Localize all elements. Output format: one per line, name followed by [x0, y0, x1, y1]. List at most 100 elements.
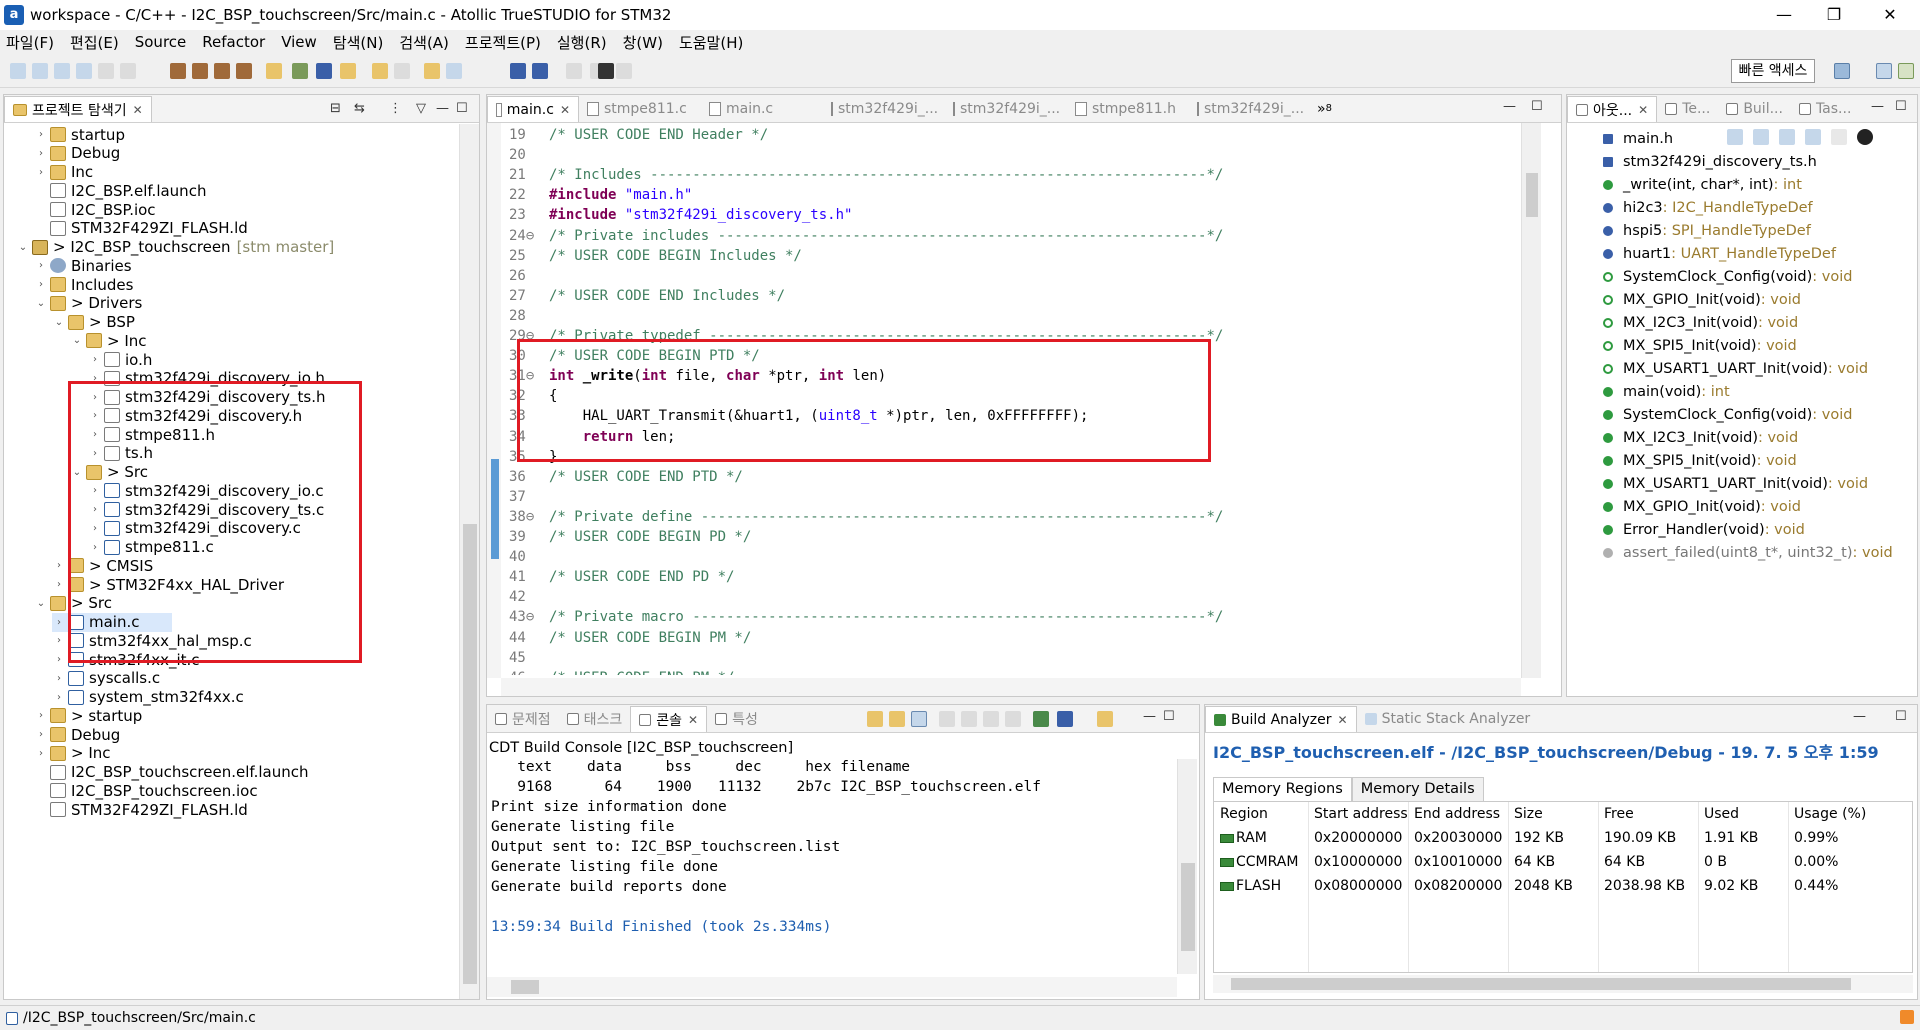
remove-launch-icon[interactable]: [1005, 711, 1021, 727]
tab-editor-file[interactable]: stm32f429i_...: [945, 96, 1067, 122]
toolbar-button-icon[interactable]: [54, 63, 70, 79]
toolbar-button-icon[interactable]: [532, 63, 548, 79]
chevron-icon[interactable]: ›: [34, 729, 48, 740]
scrollbar-thumb[interactable]: [1526, 173, 1538, 217]
column-header[interactable]: Region: [1220, 806, 1268, 822]
chevron-icon[interactable]: ›: [34, 167, 48, 178]
chevron-down-icon[interactable]: ▽: [416, 101, 426, 116]
tree-item[interactable]: › Inc: [34, 163, 93, 182]
console-output[interactable]: text data bss dec hex filename 9168 64 1…: [487, 759, 1177, 974]
tree-item[interactable]: › Debug: [34, 725, 120, 744]
menu-item[interactable]: Source: [135, 33, 187, 51]
outline-item[interactable]: MX_SPI5_Init(void) : void: [1603, 449, 1797, 472]
toolbar-button-icon[interactable]: [424, 63, 440, 79]
perspective-other-icon[interactable]: [1898, 63, 1914, 79]
tab-memory-0[interactable]: Memory Regions: [1213, 777, 1352, 801]
tab-editor-file[interactable]: stmpe811.c: [579, 96, 701, 122]
menu-item[interactable]: 창(W): [623, 32, 663, 53]
close-icon[interactable]: ✕: [1638, 103, 1648, 117]
tab-memory-1[interactable]: Memory Details: [1351, 777, 1484, 801]
more-tabs-icon[interactable]: »: [1317, 101, 1326, 117]
toolbar-button-icon[interactable]: [98, 63, 114, 79]
minimize-view-icon[interactable]: —: [436, 101, 449, 116]
tree-item[interactable]: I2C_BSP_touchscreen.elf.launch: [34, 763, 308, 782]
outline-item[interactable]: SystemClock_Config(void) : void: [1603, 265, 1852, 288]
outline-item[interactable]: MX_USART1_UART_Init(void) : void: [1603, 357, 1868, 380]
menu-item[interactable]: 프로젝트(P): [465, 32, 541, 53]
minimize-button[interactable]: —: [1756, 0, 1812, 30]
tree-item[interactable]: STM32F429ZI_FLASH.ld: [34, 800, 248, 819]
chevron-icon[interactable]: ›: [52, 654, 66, 665]
minimize-view-icon[interactable]: —: [1143, 709, 1156, 724]
menu-item[interactable]: 검색(A): [399, 32, 449, 53]
console-scrollbar[interactable]: [1177, 759, 1197, 974]
toolbar-button-icon[interactable]: [292, 63, 308, 79]
scroll-lock-up-icon[interactable]: [889, 711, 905, 727]
outline-item[interactable]: hspi5 : SPI_HandleTypeDef: [1603, 219, 1811, 242]
tree-item[interactable]: › startup: [34, 125, 125, 144]
outline-item[interactable]: Error_Handler(void) : void: [1603, 518, 1805, 541]
scrollbar-thumb[interactable]: [1231, 978, 1851, 990]
menu-item[interactable]: 탐색(N): [333, 32, 384, 53]
maximize-view-icon[interactable]: ☐: [1163, 709, 1175, 724]
toolbar-button-icon[interactable]: [170, 63, 186, 79]
tree-item[interactable]: ⌄ > Inc: [70, 331, 147, 350]
column-header[interactable]: Free: [1604, 806, 1634, 822]
chevron-icon[interactable]: ›: [52, 560, 66, 571]
toolbar-button-icon[interactable]: [510, 63, 526, 79]
tab-editor-file[interactable]: main.c ✕: [487, 96, 579, 122]
tree-item[interactable]: ⌄ > Drivers: [34, 294, 143, 313]
toolbar-button-icon[interactable]: [446, 63, 462, 79]
tree-item[interactable]: STM32F429ZI_FLASH.ld: [34, 219, 248, 238]
link-editor-icon[interactable]: ⇆: [354, 101, 365, 116]
tab-editor-file[interactable]: stm32f429i_...: [823, 96, 945, 122]
editor-hscrollbar[interactable]: [501, 678, 1521, 696]
hide-nonpublic-icon[interactable]: [1831, 129, 1847, 145]
chevron-icon[interactable]: ⌄: [52, 317, 66, 328]
hide-static-icon[interactable]: [1805, 129, 1821, 145]
tree-item[interactable]: › io.h: [88, 350, 152, 369]
outline-item[interactable]: main(void) : int: [1603, 380, 1730, 403]
maximize-view-icon[interactable]: ☐: [1895, 709, 1907, 724]
tree-item[interactable]: › Debug: [34, 144, 120, 163]
tree-item[interactable]: › > startup: [34, 706, 142, 725]
tab-console-view[interactable]: 콘솔 ✕: [630, 706, 708, 732]
close-icon[interactable]: ✕: [688, 713, 698, 727]
chevron-icon[interactable]: ›: [52, 635, 66, 646]
tab-console-view[interactable]: 태스크: [559, 706, 631, 732]
outline-item[interactable]: SystemClock_Config(void) : void: [1603, 403, 1852, 426]
tree-item[interactable]: I2C_BSP_touchscreen.ioc: [34, 781, 258, 800]
chevron-icon[interactable]: ›: [88, 354, 102, 365]
tree-item[interactable]: › > Inc: [34, 744, 111, 763]
toolbar-button-icon[interactable]: [120, 63, 136, 79]
minimize-view-icon[interactable]: —: [1503, 99, 1516, 114]
copy-icon[interactable]: [939, 711, 955, 727]
menu-item[interactable]: 실행(R): [557, 32, 607, 53]
maximize-view-icon[interactable]: ☐: [456, 101, 468, 116]
tree-item[interactable]: › syscalls.c: [52, 669, 160, 688]
outline-item[interactable]: _write(int, char*, int) : int: [1603, 173, 1802, 196]
outline-item[interactable]: MX_GPIO_Init(void) : void: [1603, 288, 1801, 311]
tree-item[interactable]: I2C_BSP.elf.launch: [34, 181, 206, 200]
maximize-view-icon[interactable]: ☐: [1531, 99, 1543, 114]
close-icon[interactable]: ✕: [1338, 713, 1348, 727]
column-header[interactable]: End address: [1414, 806, 1500, 822]
toolbar-button-icon[interactable]: [214, 63, 230, 79]
toolbar-button-icon[interactable]: [236, 63, 252, 79]
chevron-icon[interactable]: ⌄: [16, 242, 30, 253]
sort-icon[interactable]: [1727, 129, 1743, 145]
chevron-icon[interactable]: ⌄: [34, 298, 48, 309]
tab-editor-file[interactable]: stm32f429i_...: [1189, 96, 1311, 122]
outline-item[interactable]: MX_USART1_UART_Init(void) : void: [1603, 472, 1868, 495]
tab-analyzer-view[interactable]: Static Stack Analyzer: [1357, 706, 1539, 732]
chevron-icon[interactable]: ⌄: [34, 598, 48, 609]
toolbar-button-icon[interactable]: [76, 63, 92, 79]
minimize-view-icon[interactable]: —: [1853, 709, 1866, 724]
chevron-icon[interactable]: ›: [34, 279, 48, 290]
tab-outline-view[interactable]: 아웃... ✕: [1567, 96, 1658, 122]
column-header[interactable]: Usage (%): [1794, 806, 1866, 822]
outline-item[interactable]: assert_failed(uint8_t*, uint32_t) : void: [1603, 541, 1893, 564]
hide-macros-icon[interactable]: [1857, 129, 1873, 145]
outline-item[interactable]: huart1 : UART_HandleTypeDef: [1603, 242, 1836, 265]
menu-item[interactable]: 편집(E): [70, 32, 119, 53]
